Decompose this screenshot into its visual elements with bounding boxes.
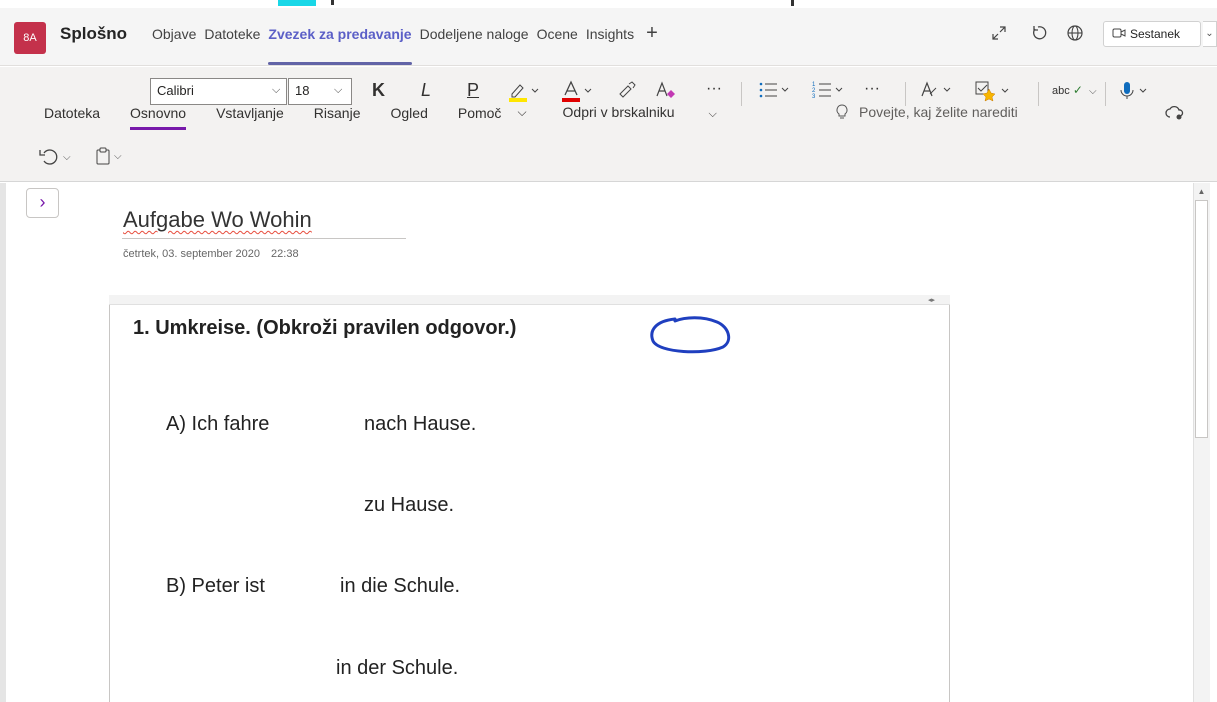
ribbon-divider [905, 82, 906, 106]
scroll-up-arrow-icon[interactable]: ▲ [1193, 183, 1210, 200]
tab-class-notebook[interactable]: Zvezek za predavanje [268, 26, 412, 66]
menu-pomoc[interactable]: Pomoč [458, 105, 502, 121]
top-marker [791, 0, 794, 6]
page-time-text: 22:38 [271, 248, 299, 260]
meet-dropdown-chevron-icon[interactable]: ⌄ [1203, 21, 1217, 47]
bullets-button[interactable] [758, 80, 794, 105]
meet-label: Sestanek [1130, 27, 1181, 41]
expand-icon[interactable] [990, 24, 1008, 47]
ribbon-divider [741, 82, 742, 106]
more-format-button[interactable]: ··· [706, 80, 722, 98]
page-date: četrtek, 03. september 2020 22:38 [123, 248, 299, 260]
more-paragraph-button[interactable]: ··· [864, 80, 880, 98]
bold-button[interactable]: K [372, 80, 385, 101]
spelling-button[interactable]: abc ✓ ⌵ [1052, 83, 1097, 97]
top-strip [0, 0, 1217, 8]
answer-b-option-2[interactable]: in der Schule. [336, 657, 458, 680]
tab-objave[interactable]: Objave [152, 26, 196, 66]
expand-navigation-button[interactable]: › [26, 188, 59, 218]
cloud-sync-icon[interactable] [1165, 105, 1185, 126]
note-container[interactable] [109, 295, 950, 702]
ribbon-collapse-chevron-icon[interactable]: ⌵ [517, 105, 526, 120]
font-chevron-icon: ⌵ [272, 84, 281, 96]
channel-name: Splošno [60, 24, 128, 43]
size-chevron-icon: ⌵ [334, 84, 343, 96]
svg-text:3: 3 [812, 94, 816, 100]
teams-header: 8A Splošno Objave Datoteke Zvezek za pre… [0, 8, 1217, 66]
globe-icon[interactable] [1066, 24, 1084, 47]
video-camera-icon [1112, 27, 1126, 42]
title-underline [122, 238, 406, 239]
answer-b-option-1[interactable]: in die Schule. [340, 575, 460, 598]
dictate-button[interactable] [1118, 80, 1154, 107]
ink-circle-drawing[interactable] [645, 313, 735, 357]
ribbon-menu: Datoteka Osnovno Vstavljanje Risanje Ogl… [44, 104, 747, 130]
refresh-icon[interactable] [1031, 24, 1049, 47]
lightbulb-icon [835, 104, 849, 123]
font-name-select[interactable]: Calibri [150, 78, 287, 105]
format-painter-icon[interactable] [617, 80, 637, 105]
answer-b-label[interactable]: B) Peter ist [166, 575, 265, 598]
question-heading[interactable]: 1. Umkreise. (Obkroži pravilen odgovor.) [133, 317, 516, 340]
underline-button[interactable]: P [467, 80, 479, 101]
page-title[interactable]: Aufgabe Wo Wohin [123, 207, 312, 233]
top-marker [331, 0, 334, 5]
top-cyan-marker [278, 0, 316, 6]
tab-datoteke[interactable]: Datoteke [204, 26, 260, 66]
chevron-down-icon: ⌵ [708, 108, 717, 120]
clipboard-button[interactable]: ⌵ [95, 147, 122, 165]
tab-grades[interactable]: Ocene [537, 26, 578, 66]
ribbon-divider [1105, 82, 1106, 106]
chevron-down-icon: ⌵ [114, 150, 122, 162]
add-tab-button[interactable]: + [646, 22, 658, 66]
meet-button[interactable]: Sestanek [1103, 21, 1201, 47]
italic-button[interactable]: L [421, 80, 431, 101]
font-size-select[interactable]: 18 [288, 78, 352, 105]
scroll-thumb[interactable] [1195, 200, 1208, 438]
spelling-label: abc [1052, 85, 1070, 97]
menu-ogled[interactable]: Ogled [391, 105, 428, 121]
answer-a-label[interactable]: A) Ich fahre [166, 413, 269, 436]
page-date-text: četrtek, 03. september 2020 [123, 248, 260, 260]
ribbon-divider [1038, 82, 1039, 106]
undo-button[interactable]: ⌵ [38, 149, 71, 165]
highlight-button[interactable] [508, 80, 542, 107]
answer-a-option-2[interactable]: zu Hause. [364, 494, 454, 517]
styles-button[interactable] [920, 80, 956, 105]
check-icon: ✓ [1072, 83, 1083, 97]
menu-osnovno[interactable]: Osnovno [130, 105, 187, 130]
tab-assignments[interactable]: Dodeljene naloge [420, 26, 529, 66]
numbering-button[interactable]: 123 [812, 80, 848, 105]
clear-formatting-icon[interactable] [655, 80, 677, 105]
menu-datoteka[interactable]: Datoteka [44, 105, 100, 121]
menu-risanje[interactable]: Risanje [314, 105, 361, 121]
tab-insights[interactable]: Insights [586, 26, 634, 66]
answer-a-option-1[interactable]: nach Hause. [364, 413, 476, 436]
chevron-down-icon: ⌵ [63, 151, 71, 163]
font-color-button[interactable] [561, 80, 595, 107]
left-edge [0, 183, 6, 702]
team-avatar[interactable]: 8A [14, 22, 46, 54]
chevron-right-icon: › [39, 192, 46, 212]
menu-vstavljanje[interactable]: Vstavljanje [216, 105, 284, 121]
tag-button[interactable] [974, 80, 1014, 107]
chevron-down-icon: ⌵ [1088, 86, 1097, 97]
channel-tabs: Objave Datoteke Zvezek za predavanje Dod… [152, 22, 658, 66]
resize-grip-icon[interactable]: ◂▸ [928, 296, 935, 304]
note-container-handle[interactable] [109, 295, 950, 305]
